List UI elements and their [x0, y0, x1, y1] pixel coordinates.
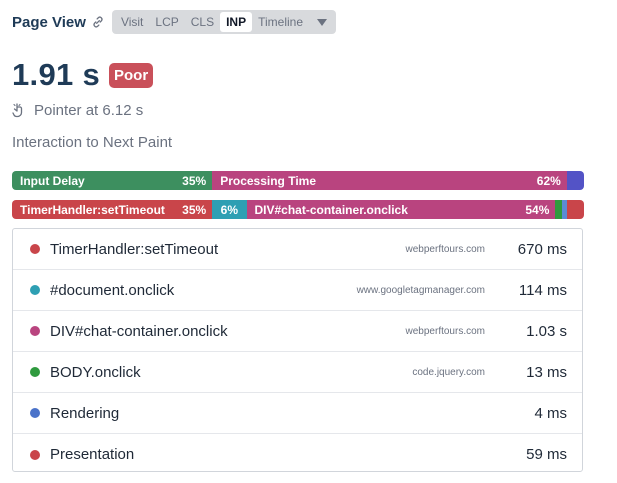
script-segment[interactable]: DIV#chat-container.onclick 54% [246, 200, 556, 219]
pointer-text: Pointer at 6.12 s [34, 102, 144, 119]
row-source: webperftours.com [405, 325, 485, 337]
metric-value: 1.91 s [12, 57, 100, 92]
script-segment[interactable] [566, 200, 584, 219]
phase-breakdown-bar: Input Delay 35% Processing Time 62% [12, 171, 584, 190]
page-title: Page View [12, 13, 86, 31]
header: Page View Visit LCP CLS INP Timeline [12, 10, 336, 34]
table-row[interactable]: BODY.onclick code.jquery.com 13 ms [13, 352, 582, 393]
script-segment-label: TimerHandler:setTimeout [20, 202, 165, 217]
color-dot-icon [30, 285, 40, 295]
phase-segment[interactable]: Processing Time 62% [212, 171, 567, 190]
table-row[interactable]: Rendering 4 ms [13, 393, 582, 434]
row-name: #document.onclick [50, 281, 175, 299]
script-segment-label: DIV#chat-container.onclick [254, 202, 408, 217]
color-dot-icon [30, 326, 40, 336]
tab-visit[interactable]: Visit [115, 12, 149, 32]
table-row[interactable]: #document.onclick www.googletagmanager.co… [13, 270, 582, 311]
color-dot-icon [30, 408, 40, 418]
tab-timeline[interactable]: Timeline [252, 12, 309, 32]
pointer-hand-icon [12, 102, 23, 117]
row-duration: 670 ms [517, 240, 567, 258]
color-dot-icon [30, 367, 40, 377]
phase-segment[interactable] [566, 171, 584, 190]
row-duration: 59 ms [526, 446, 567, 463]
row-duration: 114 ms [518, 281, 567, 299]
view-tabs: Visit LCP CLS INP Timeline [111, 10, 336, 34]
phase-segment[interactable]: Input Delay 35% [12, 171, 213, 190]
script-segment[interactable] [555, 200, 563, 219]
rating-badge: Poor [109, 62, 154, 88]
script-segment[interactable]: TimerHandler:setTimeout 35% [12, 200, 213, 219]
script-table: TimerHandler:setTimeout webperftours.com 6… [12, 228, 583, 472]
row-name: Presentation [50, 446, 135, 463]
tab-lcp[interactable]: LCP [149, 12, 184, 32]
tab-inp[interactable]: INP [220, 12, 253, 32]
inp-metric: 1.91 s Poor [12, 57, 154, 93]
row-source: webperftours.com [405, 243, 485, 255]
script-segment-percent: 54% [525, 202, 550, 217]
table-row[interactable]: Presentation 59 ms [13, 434, 582, 475]
pointer-info: Pointer at 6.12 s [12, 102, 143, 119]
color-dot-icon [30, 449, 40, 460]
row-source: www.googletagmanager.com [356, 284, 485, 296]
tab-cls[interactable]: CLS [185, 12, 220, 32]
script-segment[interactable]: 6% [212, 200, 247, 219]
row-duration: 4 ms [534, 404, 567, 422]
script-segment-percent: 35% [182, 202, 207, 217]
link-icon[interactable] [91, 15, 105, 29]
row-name: Rendering [50, 404, 120, 422]
row-name: DIV#chat-container.onclick [50, 322, 228, 340]
row-name: TimerHandler:setTimeout [50, 240, 219, 258]
chevron-down-icon[interactable] [317, 18, 327, 26]
row-duration: 13 ms [526, 363, 567, 381]
phase-segment-label: Processing Time [220, 173, 317, 188]
script-breakdown-bar: TimerHandler:setTimeout 35% 6% DIV#chat-con… [12, 200, 584, 219]
row-source: code.jquery.com [412, 366, 485, 378]
color-dot-icon [30, 244, 40, 254]
row-duration: 1.03 s [526, 322, 567, 340]
table-row[interactable]: DIV#chat-container.onclick webperftours.c… [13, 311, 582, 352]
phase-segment-label: Input Delay [20, 173, 85, 188]
table-row[interactable]: TimerHandler:setTimeout webperftours.com 6… [13, 229, 582, 270]
phase-segment-percent: 35% [182, 173, 207, 188]
row-name: BODY.onclick [50, 363, 141, 381]
phase-segment-percent: 62% [536, 173, 561, 188]
section-subtitle: Interaction to Next Paint [12, 134, 173, 151]
script-segment-percent: 6% [220, 202, 239, 217]
